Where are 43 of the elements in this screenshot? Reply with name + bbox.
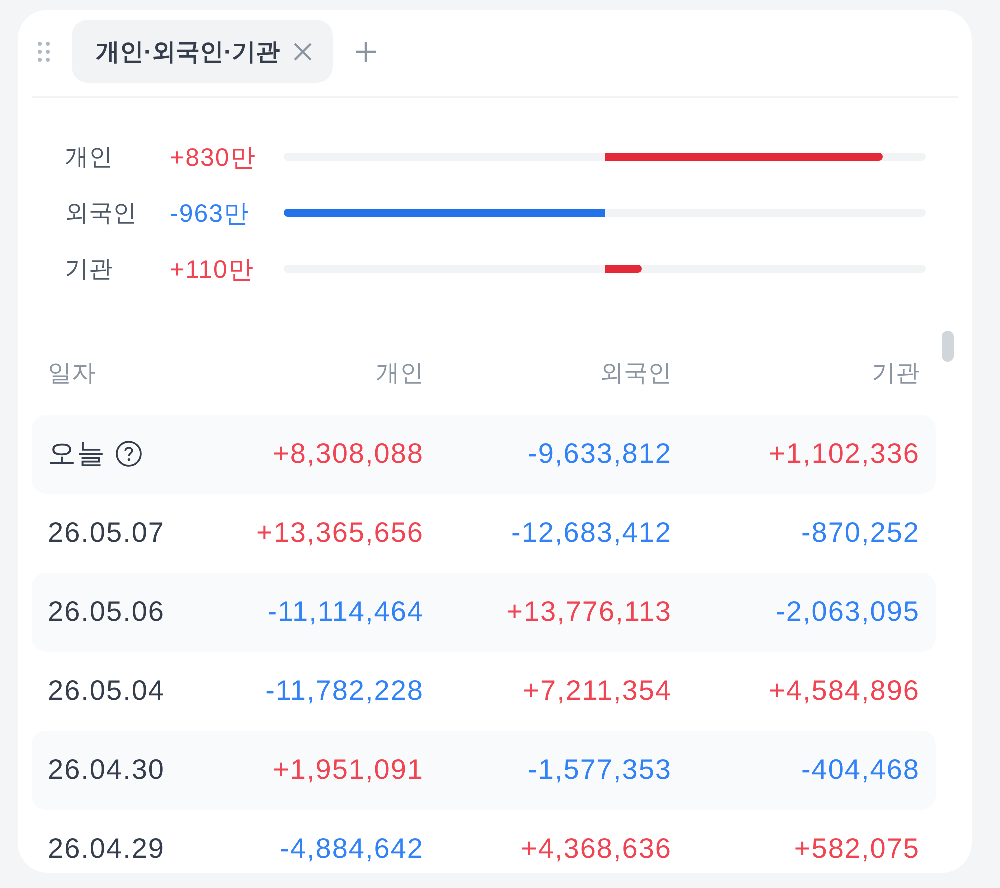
column-header: 외국인 (600, 359, 672, 389)
net-amount: +830만 (170, 142, 258, 174)
number-cell: +8,308,088 (273, 439, 424, 470)
column-header: 일자 (48, 359, 96, 389)
date-cell: 26.05.07 (48, 518, 165, 549)
net-amount: +110만 (170, 254, 256, 286)
number-cell: -4,884,642 (280, 834, 424, 865)
number-cell: +1,102,336 (769, 439, 920, 470)
close-icon[interactable] (294, 42, 312, 60)
add-icon[interactable] (356, 42, 376, 62)
number-cell: -1,577,353 (528, 755, 672, 786)
number-cell: -11,114,464 (268, 597, 424, 628)
number-cell: -2,063,095 (776, 597, 920, 628)
investor-label: 개인 (65, 143, 114, 173)
number-cell: +13,776,113 (506, 597, 672, 628)
table-row[interactable]: 26.04.30 +1,951,091 -1,577,353 -404,468 (32, 731, 936, 810)
investor-label: 기관 (65, 255, 114, 285)
number-cell: +13,365,656 (256, 518, 424, 549)
table-row[interactable]: 26.05.06 -11,114,464 +13,776,113 -2,063,095 (32, 573, 936, 652)
column-header: 기관 (872, 359, 920, 389)
number-cell: -12,683,412 (512, 518, 672, 549)
number-cell: +7,211,354 (523, 676, 672, 707)
column-header: 개인 (376, 359, 424, 389)
number-cell: +582,075 (794, 834, 920, 865)
number-cell: +4,584,896 (769, 676, 920, 707)
net-amount: -963만 (170, 198, 252, 230)
tab[interactable]: 개인·외국인·기관 (72, 20, 333, 83)
number-cell: +1,951,091 (273, 755, 424, 786)
investor-label: 외국인 (65, 199, 138, 229)
date-cell: 26.04.29 (48, 834, 165, 865)
date-cell: 26.05.06 (48, 597, 165, 628)
date-cell: 26.04.30 (48, 755, 165, 786)
number-cell: -404,468 (801, 755, 920, 786)
help-icon[interactable] (116, 441, 142, 468)
date-cell: 오늘 (48, 439, 106, 470)
date-cell: 26.05.04 (48, 676, 165, 707)
scrollbar-thumb[interactable] (942, 331, 954, 362)
number-cell: -9,633,812 (528, 439, 672, 470)
drag-handle-icon[interactable] (38, 42, 50, 62)
table-row[interactable]: 오늘 +8,308,088 -9,633,812 +1,102,336 (32, 415, 936, 494)
number-cell: -11,782,228 (266, 676, 424, 707)
number-cell: +4,368,636 (521, 834, 672, 865)
number-cell: -870,252 (801, 518, 920, 549)
